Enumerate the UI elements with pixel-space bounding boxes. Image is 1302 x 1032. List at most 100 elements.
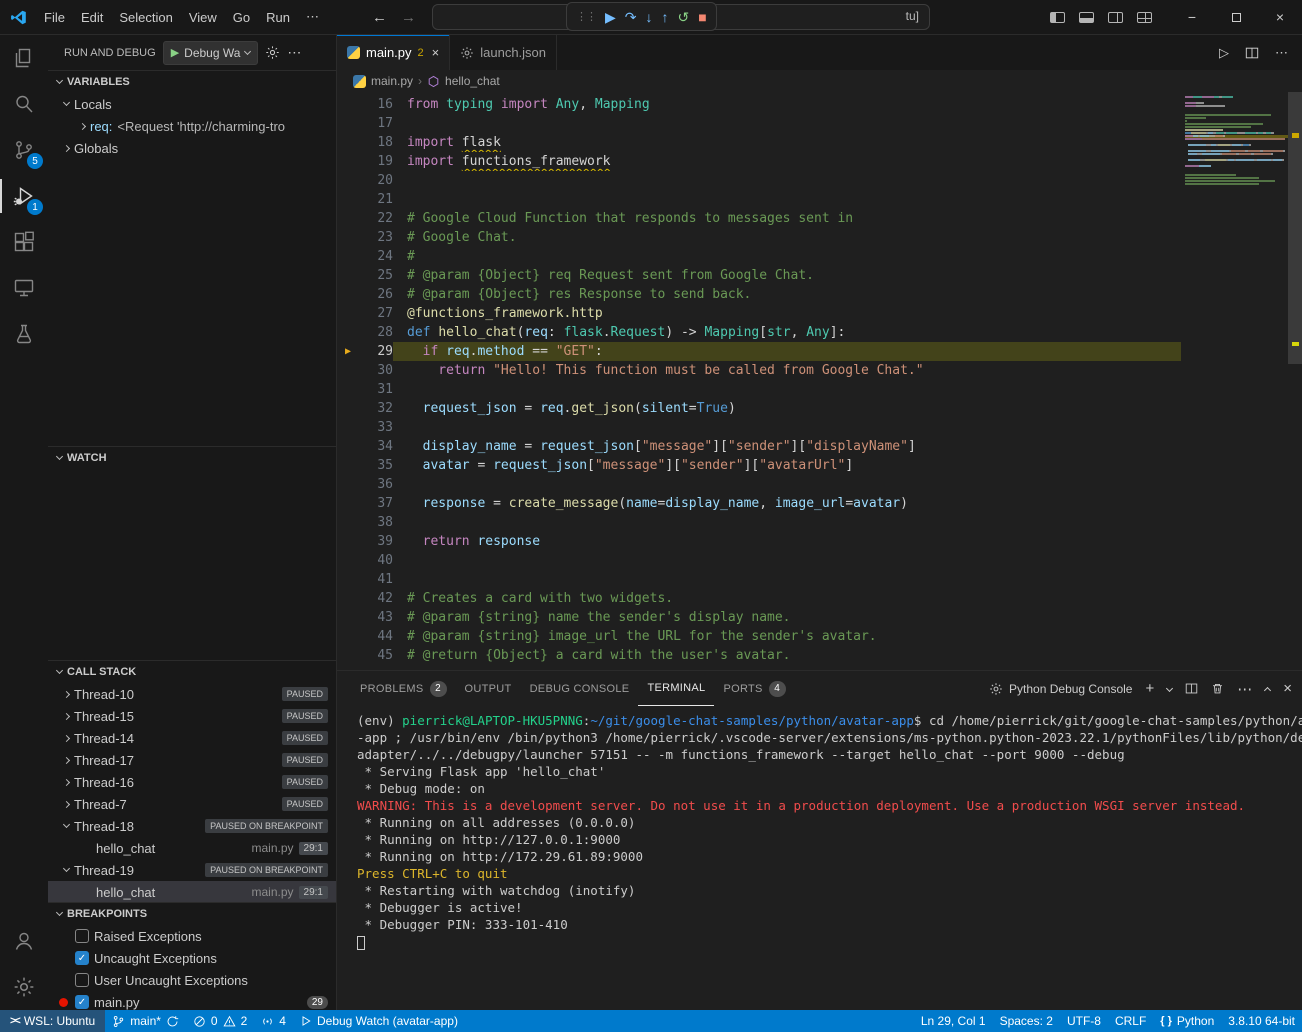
code-line[interactable]: 42# Creates a card with two widgets. <box>337 589 1302 608</box>
line-number[interactable]: 44 <box>359 627 393 646</box>
maximize-panel-icon[interactable] <box>1265 684 1270 693</box>
scope-locals[interactable]: Locals <box>48 93 336 115</box>
menu-go[interactable]: Go <box>225 7 258 28</box>
code-line[interactable]: 23# Google Chat. <box>337 228 1302 247</box>
callstack-thread[interactable]: Thread-10PAUSED <box>48 683 336 705</box>
debug-config-dropdown[interactable]: ▶ Debug Wa <box>163 41 259 65</box>
code-line[interactable]: 45# @return {Object} a card with the use… <box>337 646 1302 665</box>
code-line[interactable]: 43# @param {string} name the sender's di… <box>337 608 1302 627</box>
close-icon[interactable]: × <box>432 45 440 60</box>
close-button[interactable]: × <box>1258 0 1302 35</box>
chevron-down-icon[interactable] <box>1167 686 1172 691</box>
breakpoint-item[interactable]: ✓main.py29 <box>48 991 336 1010</box>
line-number[interactable]: 18 <box>359 133 393 152</box>
step-over-button[interactable]: ↷ <box>625 10 637 24</box>
minimize-button[interactable]: − <box>1170 0 1214 35</box>
back-arrow-icon[interactable]: ← <box>372 9 387 26</box>
code-line[interactable]: ▶29 if req.method == "GET": <box>337 342 1302 361</box>
indentation-status[interactable]: Spaces: 2 <box>993 1010 1060 1032</box>
line-number[interactable]: 24 <box>359 247 393 266</box>
line-number[interactable]: 34 <box>359 437 393 456</box>
callstack-thread[interactable]: Thread-16PAUSED <box>48 771 336 793</box>
callstack-thread[interactable]: Thread-17PAUSED <box>48 749 336 771</box>
remote-indicator[interactable]: >< WSL: Ubuntu <box>0 1010 105 1032</box>
line-number[interactable]: 28 <box>359 323 393 342</box>
line-number[interactable]: 35 <box>359 456 393 475</box>
line-number[interactable]: 19 <box>359 152 393 171</box>
kill-terminal-icon[interactable] <box>1211 682 1224 695</box>
cursor-position-status[interactable]: Ln 29, Col 1 <box>914 1010 993 1032</box>
menu-view[interactable]: View <box>181 7 225 28</box>
code-line[interactable]: 39 return response <box>337 532 1302 551</box>
callstack-thread[interactable]: Thread-14PAUSED <box>48 727 336 749</box>
panel-tab-ports[interactable]: PORTS 4 <box>714 671 794 706</box>
problems-status[interactable]: 0 2 <box>186 1010 254 1032</box>
line-number[interactable]: 20 <box>359 171 393 190</box>
callstack-thread[interactable]: Thread-15PAUSED <box>48 705 336 727</box>
activity-remote-explorer[interactable] <box>0 265 48 311</box>
run-python-file-icon[interactable]: ▷ <box>1219 45 1229 61</box>
tab-launch-json[interactable]: launch.json <box>450 35 557 70</box>
forwarded-ports-status[interactable]: 4 <box>254 1010 293 1032</box>
terminal-profile-selector[interactable]: Python Debug Console <box>989 682 1132 696</box>
activity-accounts[interactable] <box>0 918 48 964</box>
start-debugging-icon[interactable]: ▶ <box>171 46 179 59</box>
breakpoints-section-header[interactable]: BREAKPOINTS <box>48 903 336 925</box>
menu-overflow-icon[interactable]: ⋯ <box>298 6 327 28</box>
breakpoint-item[interactable]: Raised Exceptions <box>48 925 336 947</box>
close-panel-icon[interactable]: × <box>1283 680 1292 697</box>
menu-edit[interactable]: Edit <box>73 7 111 28</box>
callstack-thread[interactable]: Thread-18PAUSED ON BREAKPOINT <box>48 815 336 837</box>
toolbar-grip-icon[interactable]: ⋮⋮ <box>576 10 596 23</box>
tab-main-py[interactable]: main.py 2 × <box>337 35 450 70</box>
code-line[interactable]: 35 avatar = request_json["message"]["sen… <box>337 456 1302 475</box>
code-line[interactable]: 38 <box>337 513 1302 532</box>
code-line[interactable]: 24# <box>337 247 1302 266</box>
breadcrumb-file[interactable]: main.py <box>371 74 413 88</box>
line-number[interactable]: 36 <box>359 475 393 494</box>
panel-tab-debug-console[interactable]: DEBUG CONSOLE <box>521 671 639 706</box>
code-line[interactable]: 22# Google Cloud Function that responds … <box>337 209 1302 228</box>
encoding-status[interactable]: UTF-8 <box>1060 1010 1108 1032</box>
terminal-output[interactable]: (env) pierrick@LAPTOP-HKU5PNNG:~/git/goo… <box>337 706 1302 1010</box>
more-actions-icon[interactable]: ⋯ <box>287 44 301 61</box>
maximize-button[interactable] <box>1214 0 1258 35</box>
breakpoint-checkbox[interactable] <box>75 929 89 943</box>
debug-session-status[interactable]: Debug Watch (avatar-app) <box>293 1010 465 1032</box>
restart-button[interactable]: ↺ <box>678 10 690 24</box>
step-into-button[interactable]: ↓ <box>646 10 653 24</box>
code-line[interactable]: 30 return "Hello! This function must be … <box>337 361 1302 380</box>
scope-globals[interactable]: Globals <box>48 137 336 159</box>
code-line[interactable]: 21 <box>337 190 1302 209</box>
toggle-sidebar-icon[interactable] <box>1050 12 1065 23</box>
line-number[interactable]: 16 <box>359 95 393 114</box>
code-line[interactable]: 27@functions_framework.http <box>337 304 1302 323</box>
breakpoint-checkbox[interactable]: ✓ <box>75 995 89 1009</box>
code-line[interactable]: 36 <box>337 475 1302 494</box>
toggle-panel-icon[interactable] <box>1079 12 1094 23</box>
menu-run[interactable]: Run <box>258 7 298 28</box>
breakpoint-checkbox[interactable]: ✓ <box>75 951 89 965</box>
code-line[interactable]: 33 <box>337 418 1302 437</box>
activity-run-debug[interactable]: 1 <box>0 173 48 219</box>
language-mode-status[interactable]: { } Python <box>1153 1010 1221 1032</box>
code-line[interactable]: 34 display_name = request_json["message"… <box>337 437 1302 456</box>
panel-tab-output[interactable]: OUTPUT <box>456 671 521 706</box>
line-number[interactable]: 27 <box>359 304 393 323</box>
line-number[interactable]: 32 <box>359 399 393 418</box>
menu-file[interactable]: File <box>36 7 73 28</box>
line-number[interactable]: 25 <box>359 266 393 285</box>
code-line[interactable]: 31 <box>337 380 1302 399</box>
code-line[interactable]: 20 <box>337 171 1302 190</box>
editor-scrollbar[interactable] <box>1288 92 1302 670</box>
code-line[interactable]: 41 <box>337 570 1302 589</box>
callstack-frame[interactable]: hello_chatmain.py29:1 <box>48 837 336 859</box>
new-terminal-icon[interactable]: + <box>1145 680 1154 697</box>
line-number[interactable]: 37 <box>359 494 393 513</box>
line-number[interactable]: 31 <box>359 380 393 399</box>
code-line[interactable]: 40 <box>337 551 1302 570</box>
customize-layout-icon[interactable] <box>1137 12 1152 23</box>
more-actions-icon[interactable]: ⋯ <box>1275 45 1288 61</box>
eol-status[interactable]: CRLF <box>1108 1010 1153 1032</box>
python-interpreter-status[interactable]: 3.8.10 64-bit <box>1221 1010 1302 1032</box>
